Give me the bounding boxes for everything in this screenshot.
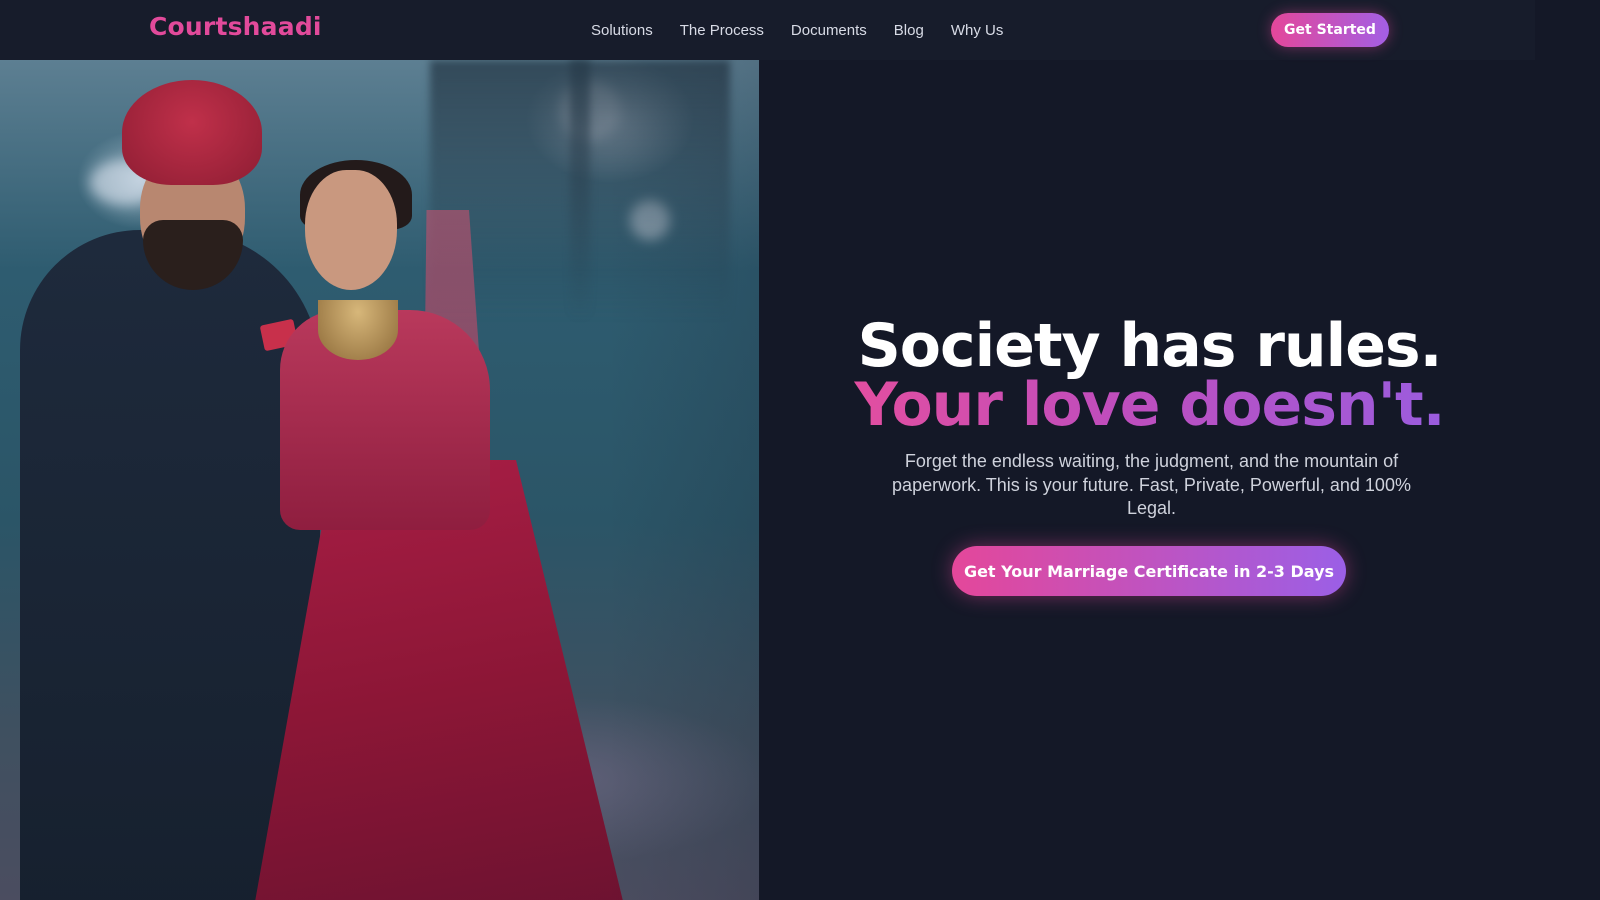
- hero-content: Society has rules. Your love doesn't. Fo…: [759, 0, 1540, 900]
- hero-couple-photo: [0, 60, 759, 900]
- photo-overlay: [0, 60, 759, 900]
- nav-link-the-process[interactable]: The Process: [680, 22, 764, 39]
- hero-headline-line2: Your love doesn't.: [759, 375, 1540, 435]
- nav-link-documents[interactable]: Documents: [791, 22, 867, 39]
- marriage-certificate-cta-button[interactable]: Get Your Marriage Certificate in 2-3 Day…: [952, 546, 1346, 596]
- top-navbar: Courtshaadi Solutions The Process Docume…: [0, 0, 1535, 60]
- nav-link-why-us[interactable]: Why Us: [951, 22, 1004, 39]
- nav-link-solutions[interactable]: Solutions: [591, 22, 653, 39]
- hero-subtext: Forget the endless waiting, the judgment…: [892, 451, 1411, 518]
- nav-links: Solutions The Process Documents Blog Why…: [591, 0, 1030, 60]
- brand-logo[interactable]: Courtshaadi: [149, 12, 322, 41]
- get-started-button[interactable]: Get Started: [1271, 13, 1389, 47]
- hero-headline-line1: Society has rules.: [857, 311, 1443, 381]
- nav-link-blog[interactable]: Blog: [894, 22, 924, 39]
